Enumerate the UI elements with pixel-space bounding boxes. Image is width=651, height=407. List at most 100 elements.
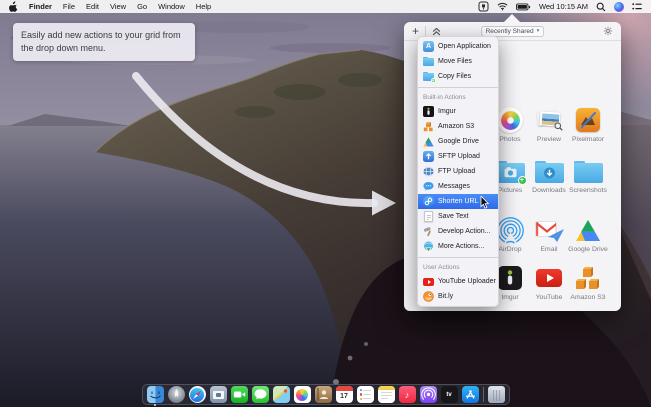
move-files-icon bbox=[423, 56, 434, 67]
dock-icon-finder[interactable] bbox=[147, 386, 164, 403]
messages-icon bbox=[423, 181, 434, 192]
grid-item-label: YouTube bbox=[529, 294, 569, 301]
menubar-item-edit[interactable]: Edit bbox=[86, 2, 99, 11]
menu-item-shorten-url[interactable]: Shorten URL bbox=[418, 194, 498, 209]
menu-item-messages[interactable]: Messages bbox=[418, 179, 498, 194]
running-indicator bbox=[154, 404, 156, 406]
wifi-icon[interactable] bbox=[497, 2, 508, 11]
menu-item-label: Save Text bbox=[438, 213, 469, 220]
dock-icon-mail[interactable] bbox=[210, 386, 227, 403]
menu-item-label: Imgur bbox=[438, 108, 456, 115]
dock-icon-maps[interactable] bbox=[273, 386, 290, 403]
grid-item-youtube[interactable]: YouTube bbox=[529, 264, 569, 301]
grid-item-label: Google Drive bbox=[568, 246, 608, 253]
menu-item-bit-ly[interactable]: Bit.ly bbox=[418, 289, 498, 304]
menu-item-save-text[interactable]: Save Text bbox=[418, 209, 498, 224]
apple-menu-icon[interactable] bbox=[9, 1, 18, 12]
copy-files-icon: + bbox=[423, 71, 434, 82]
grid-item-downloads[interactable]: Downloads bbox=[529, 157, 569, 194]
menu-item-copy-files[interactable]: + Copy Files bbox=[418, 69, 498, 84]
dock-icon-tv[interactable]: tv bbox=[441, 386, 458, 403]
grid-item-email[interactable]: Email bbox=[529, 216, 569, 253]
menu-item-imgur[interactable]: Imgur bbox=[418, 104, 498, 119]
ftp-icon bbox=[423, 166, 434, 177]
grid-item-amazon-s3[interactable]: Amazon S3 bbox=[568, 264, 608, 301]
dock-icon-safari[interactable] bbox=[189, 386, 206, 403]
menubar-item-finder[interactable]: Finder bbox=[29, 2, 52, 11]
menubar-status-area: Wed 10:15 AM bbox=[478, 1, 642, 12]
menu-item-ftp-upload[interactable]: FTP Upload bbox=[418, 164, 498, 179]
menu-item-more-actions[interactable]: More Actions... bbox=[418, 239, 498, 254]
spotlight-icon[interactable] bbox=[596, 2, 606, 12]
dock-icon-app-store[interactable] bbox=[462, 386, 479, 403]
menu-section-header-user-actions: User Actions bbox=[418, 261, 498, 274]
menu-separator bbox=[418, 87, 498, 88]
menu-item-sftp-upload[interactable]: SFTP Upload bbox=[418, 149, 498, 164]
dock-icon-photos[interactable] bbox=[294, 386, 311, 403]
menu-item-move-files[interactable]: Move Files bbox=[418, 54, 498, 69]
grid-item-google-drive[interactable]: Google Drive bbox=[568, 216, 608, 253]
double-chevron-up-icon[interactable] bbox=[432, 27, 441, 36]
menu-item-label: Move Files bbox=[438, 58, 472, 65]
menu-item-label: Amazon S3 bbox=[438, 123, 474, 130]
gdrive-icon bbox=[423, 136, 434, 147]
link-icon bbox=[423, 196, 434, 207]
menu-item-open-application[interactable]: AOpen Application bbox=[418, 39, 498, 54]
menu-item-develop-action[interactable]: Develop Action... bbox=[418, 224, 498, 239]
save-text-icon bbox=[423, 211, 434, 222]
menu-separator bbox=[418, 257, 498, 258]
youtube-icon bbox=[423, 276, 434, 287]
menubar-item-help[interactable]: Help bbox=[196, 2, 211, 11]
popover-anchor-arrow bbox=[504, 14, 520, 22]
grid-item-label: Amazon S3 bbox=[568, 294, 608, 301]
develop-icon bbox=[423, 226, 434, 237]
preview-icon bbox=[529, 106, 569, 134]
grid-item-screenshots[interactable]: Screenshots bbox=[568, 157, 608, 194]
grid-item-label: Preview bbox=[529, 136, 569, 143]
menu-item-label: Shorten URL bbox=[438, 198, 478, 205]
grid-item-label: Email bbox=[529, 246, 569, 253]
menu-item-amazon-s3[interactable]: Amazon S3 bbox=[418, 119, 498, 134]
menubar-item-view[interactable]: View bbox=[110, 2, 126, 11]
dock-icon-podcasts[interactable] bbox=[420, 386, 437, 403]
menu-item-label: Copy Files bbox=[438, 73, 471, 80]
dock-icon-notes[interactable] bbox=[378, 386, 395, 403]
grid-item-pixelmator[interactable]: Pixelmator bbox=[568, 106, 608, 143]
menubar-clock[interactable]: Wed 10:15 AM bbox=[539, 2, 588, 11]
grid-item-label: Screenshots bbox=[568, 187, 608, 194]
dock-icon-facetime[interactable] bbox=[231, 386, 248, 403]
grid-item-preview[interactable]: Preview bbox=[529, 106, 569, 143]
caret-down-icon: ▾ bbox=[537, 28, 540, 34]
grid-item-label: Downloads bbox=[529, 187, 569, 194]
dropzone-icon[interactable] bbox=[478, 1, 489, 12]
bitly-icon bbox=[423, 291, 434, 302]
gear-icon[interactable] bbox=[603, 26, 613, 36]
menubar-item-go[interactable]: Go bbox=[137, 2, 147, 11]
battery-icon[interactable] bbox=[516, 3, 531, 11]
open-app-icon: A bbox=[423, 41, 434, 52]
notification-center-icon[interactable] bbox=[632, 2, 642, 11]
dock-icon-reminders[interactable] bbox=[357, 386, 374, 403]
siri-icon[interactable] bbox=[614, 2, 624, 12]
dock-icon-music[interactable]: ♪ bbox=[399, 386, 416, 403]
menu-item-label: FTP Upload bbox=[438, 168, 475, 175]
menubar-item-window[interactable]: Window bbox=[158, 2, 185, 11]
dock-icon-trash[interactable] bbox=[488, 386, 505, 403]
dock-icon-calendar[interactable]: 17 bbox=[336, 386, 353, 403]
menu-item-label: Develop Action... bbox=[438, 228, 491, 235]
menubar-app-menus: Finder File Edit View Go Window Help bbox=[9, 1, 211, 12]
menubar-item-file[interactable]: File bbox=[63, 2, 75, 11]
dock-separator bbox=[483, 387, 484, 402]
menu-item-google-drive[interactable]: Google Drive bbox=[418, 134, 498, 149]
dock-icon-messages[interactable] bbox=[252, 386, 269, 403]
imgur-icon bbox=[423, 106, 434, 117]
filter-dropdown-value: Recently Shared bbox=[486, 28, 534, 35]
menu-item-label: YouTube Uploader bbox=[438, 278, 496, 285]
dock-icon-contacts[interactable] bbox=[315, 386, 332, 403]
desktop: Easily add new actions to your grid from… bbox=[0, 0, 651, 407]
add-action-button[interactable]: + bbox=[412, 26, 419, 36]
menu-item-youtube-uploader[interactable]: YouTube Uploader bbox=[418, 274, 498, 289]
dock-icon-launchpad[interactable] bbox=[168, 386, 185, 403]
menu-item-label: Bit.ly bbox=[438, 293, 453, 300]
filter-dropdown[interactable]: Recently Shared ▾ bbox=[481, 26, 545, 37]
